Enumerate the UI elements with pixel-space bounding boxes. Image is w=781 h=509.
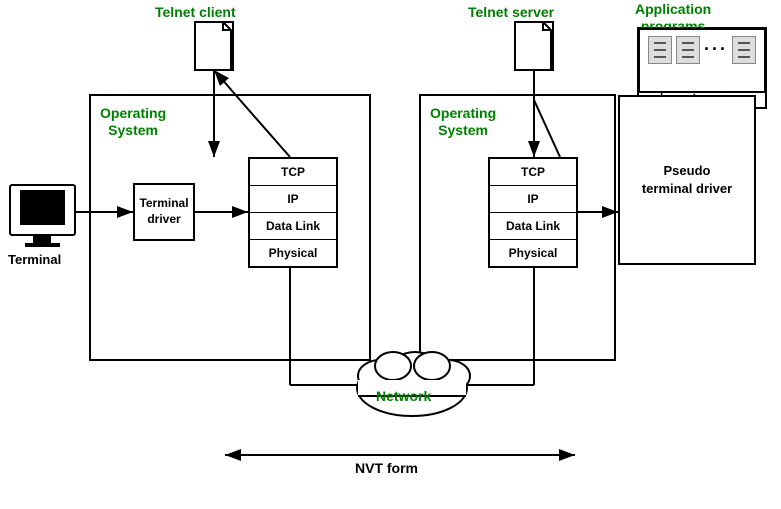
right-datalink-label: Data Link: [490, 213, 576, 240]
right-physical-label: Physical: [490, 240, 576, 266]
pseudo-terminal-driver-box: Pseudoterminal driver: [618, 95, 756, 265]
app-dots: ···: [704, 39, 728, 62]
terminal-label: Terminal: [8, 252, 61, 267]
right-ip-label: IP: [490, 186, 576, 213]
right-tcp-label: TCP: [490, 159, 576, 186]
os-right-label: OperatingSystem: [430, 105, 496, 139]
app-icon-2: [676, 36, 700, 64]
left-datalink-label: Data Link: [250, 213, 336, 240]
left-ip-label: IP: [250, 186, 336, 213]
os-left-label: OperatingSystem: [100, 105, 166, 139]
right-stack-box: TCP IP Data Link Physical: [488, 157, 578, 268]
left-tcp-label: TCP: [250, 159, 336, 186]
terminal-driver-box: Terminal driver: [133, 183, 195, 241]
pseudo-terminal-driver-label: Pseudoterminal driver: [642, 162, 732, 198]
app-icons-row: ···: [640, 30, 764, 70]
nvt-form-label: NVT form: [355, 460, 418, 476]
app-icon-1: [648, 36, 672, 64]
app-programs-box: ···: [638, 28, 766, 93]
left-physical-label: Physical: [250, 240, 336, 266]
terminal-driver-label: Terminal driver: [135, 196, 193, 227]
network-label: Network: [376, 388, 431, 404]
app-icon-3: [732, 36, 756, 64]
telnet-server-label: Telnet server: [468, 4, 554, 20]
left-stack-box: TCP IP Data Link Physical: [248, 157, 338, 268]
telnet-client-label: Telnet client: [155, 4, 236, 20]
